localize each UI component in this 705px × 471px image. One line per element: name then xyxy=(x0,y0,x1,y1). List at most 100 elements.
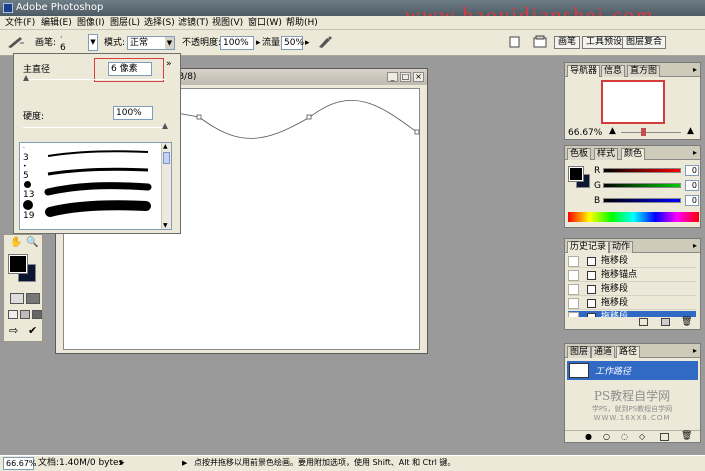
palette-well-icon[interactable] xyxy=(533,35,547,53)
fill-path-icon[interactable]: ● xyxy=(585,432,592,441)
navigator-zoom-value[interactable]: 66.67% xyxy=(568,128,602,138)
tab-info[interactable]: 信息 xyxy=(601,65,626,77)
tab-channels[interactable]: 通道 xyxy=(591,346,616,358)
mode-select[interactable]: 正常 ▼ xyxy=(127,36,175,50)
new-path-icon[interactable] xyxy=(660,433,669,441)
brush-item-19[interactable]: 19 xyxy=(20,198,160,221)
master-diameter-slider-thumb[interactable] xyxy=(22,75,29,81)
opacity-arrow-icon[interactable]: ▸ xyxy=(256,37,261,49)
screen-mode-full-menu-icon[interactable] xyxy=(20,310,30,319)
scroll-up-icon[interactable]: ▲ xyxy=(163,143,168,150)
stroke-path-icon[interactable]: ○ xyxy=(603,432,610,441)
channel-g-slider[interactable] xyxy=(603,183,681,188)
file-browser-icon[interactable] xyxy=(509,35,521,53)
flow-input[interactable]: 50% xyxy=(281,36,304,50)
zoom-slider-thumb[interactable] xyxy=(641,128,646,136)
hardness-slider-thumb[interactable] xyxy=(162,123,168,129)
tab-brushes[interactable]: 画笔 xyxy=(554,36,581,49)
tab-histogram[interactable]: 直方图 xyxy=(627,65,661,77)
zoom-tool-icon[interactable]: 🔍 xyxy=(26,237,38,248)
brush-picker-button[interactable]: ▼ xyxy=(88,34,98,51)
status-arrow-icon[interactable]: ▸ xyxy=(120,456,125,470)
menu-file[interactable]: 文件(F) xyxy=(5,17,35,29)
status-doc-size[interactable]: 文档:1.40M/0 bytes xyxy=(38,456,123,470)
menu-layer[interactable]: 图层(L) xyxy=(110,17,140,29)
tab-history[interactable]: 历史记录 xyxy=(567,241,610,253)
history-item[interactable]: 拖移锚点 xyxy=(568,269,696,282)
history-item[interactable]: 拖移段 xyxy=(568,255,696,268)
foreground-color-swatch[interactable] xyxy=(8,254,28,274)
history-brush-source-box[interactable] xyxy=(568,298,579,309)
standard-mode-icon[interactable] xyxy=(10,293,24,304)
navigator-thumbnail[interactable] xyxy=(601,80,665,124)
trash-icon[interactable]: 🗑 xyxy=(681,431,692,441)
scroll-down-icon[interactable]: ▼ xyxy=(163,222,168,229)
zoom-slider-track[interactable] xyxy=(621,132,681,133)
make-work-path-icon[interactable]: ◇ xyxy=(639,432,645,441)
panel-menu-icon[interactable]: ▸ xyxy=(693,346,697,355)
channel-b-value[interactable]: 0 xyxy=(685,195,699,206)
brush-tool-icon[interactable] xyxy=(6,35,26,53)
menu-window[interactable]: 窗口(W) xyxy=(248,17,282,29)
airbrush-icon[interactable] xyxy=(317,35,333,53)
menu-view[interactable]: 视图(V) xyxy=(212,17,243,29)
new-document-from-state-icon[interactable] xyxy=(639,318,648,326)
quick-mask-icon[interactable] xyxy=(26,293,40,304)
close-icon[interactable]: × xyxy=(413,72,424,82)
tab-tool-presets[interactable]: 工具预设 xyxy=(582,36,627,49)
hand-tool-icon[interactable]: ✋ xyxy=(10,237,22,248)
panel-menu-icon[interactable]: ▸ xyxy=(693,241,697,250)
zoom-in-icon[interactable]: ▲ xyxy=(687,126,694,136)
master-diameter-input[interactable]: 6 像素 xyxy=(108,62,152,76)
tab-navigator[interactable]: 导航器 xyxy=(567,65,601,77)
hardness-input[interactable]: 100% xyxy=(113,106,153,120)
menu-edit[interactable]: 编辑(E) xyxy=(41,17,72,29)
brush-item-3[interactable]: · 3 xyxy=(20,143,160,163)
tab-layer-comps[interactable]: 图层复合 xyxy=(622,36,667,49)
history-item[interactable]: 拖移段 xyxy=(568,283,696,296)
channel-g-value[interactable]: 0 xyxy=(685,180,699,191)
trash-icon[interactable]: 🗑 xyxy=(681,317,692,327)
menu-image[interactable]: 图像(I) xyxy=(77,17,105,29)
tab-swatches[interactable]: 色板 xyxy=(567,148,592,160)
new-snapshot-icon[interactable] xyxy=(661,318,670,326)
history-brush-source-box[interactable] xyxy=(568,270,579,281)
popup-menu-arrow-icon[interactable]: » xyxy=(166,59,172,69)
menu-select[interactable]: 选择(S) xyxy=(144,17,175,29)
brush-item-5[interactable]: • 5 xyxy=(20,161,160,181)
opacity-input[interactable]: 100% xyxy=(220,36,254,50)
brush-list-scrollbar[interactable]: ▲ ▼ xyxy=(161,143,171,229)
checkmark-icon[interactable]: ✔ xyxy=(28,324,37,337)
minimize-icon[interactable]: _ xyxy=(387,72,398,82)
channel-b-slider[interactable] xyxy=(603,198,681,203)
status-zoom[interactable]: 66.67% xyxy=(3,457,37,470)
history-item[interactable]: 拖移段 xyxy=(568,297,696,310)
color-ramp[interactable] xyxy=(568,212,699,222)
brush-item-13[interactable]: 13 xyxy=(20,179,160,200)
zoom-out-icon[interactable]: ▲ xyxy=(609,126,616,136)
screen-mode-standard-icon[interactable] xyxy=(8,310,18,319)
tab-actions[interactable]: 动作 xyxy=(609,241,634,253)
history-brush-source-box[interactable] xyxy=(568,256,579,267)
tab-paths[interactable]: 路径 xyxy=(616,346,641,358)
panel-menu-icon[interactable]: ▸ xyxy=(693,65,697,74)
master-diameter-slider-track[interactable] xyxy=(23,79,165,80)
load-as-selection-icon[interactable]: ◌ xyxy=(621,432,628,441)
menu-help[interactable]: 帮助(H) xyxy=(286,17,318,29)
scrollbar-thumb[interactable] xyxy=(163,152,170,164)
color-foreground-swatch[interactable] xyxy=(568,166,584,182)
panel-menu-icon[interactable]: ▸ xyxy=(693,148,697,157)
tab-color[interactable]: 颜色 xyxy=(621,148,646,160)
maximize-icon[interactable]: □ xyxy=(400,72,411,82)
tab-layers[interactable]: 图层 xyxy=(567,346,592,358)
hardness-slider-track[interactable] xyxy=(23,127,165,128)
channel-r-slider[interactable] xyxy=(603,168,681,173)
channel-r-value[interactable]: 0 xyxy=(685,165,699,176)
jump-to-imageready-icon[interactable]: ⇨ xyxy=(9,324,18,337)
tab-styles[interactable]: 样式 xyxy=(594,148,619,160)
menu-filter[interactable]: 滤镜(T) xyxy=(178,17,209,29)
screen-mode-full-icon[interactable] xyxy=(32,310,42,319)
path-item-selected[interactable]: 工作路径 xyxy=(567,361,698,380)
history-brush-source-box[interactable] xyxy=(568,284,579,295)
flow-arrow-icon[interactable]: ▸ xyxy=(305,37,310,49)
